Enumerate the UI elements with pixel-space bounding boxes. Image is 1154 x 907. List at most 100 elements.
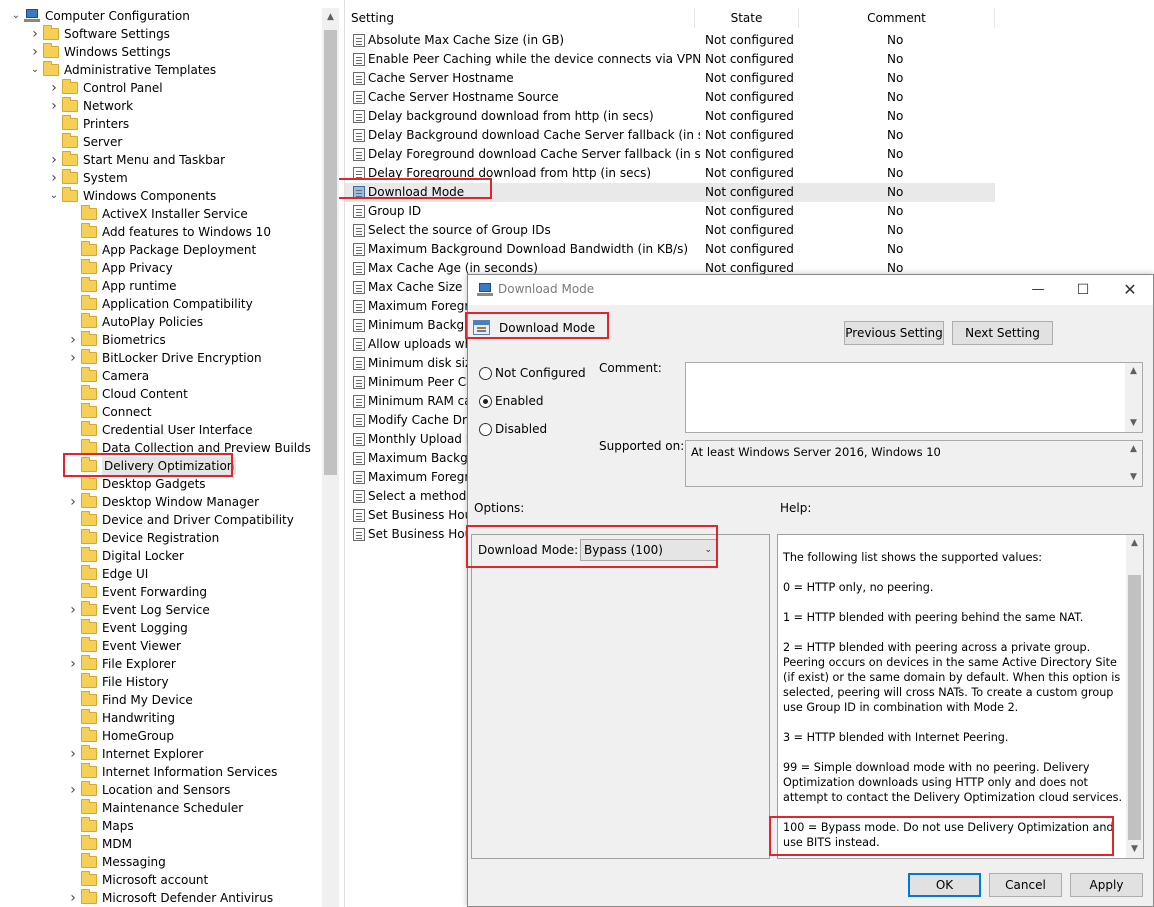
tree-item[interactable]: Event Viewer [0,637,320,655]
radio-not-configured-circle[interactable] [479,367,492,380]
chevron-right-icon[interactable]: › [67,493,79,511]
minimize-button[interactable]: — [1015,275,1061,305]
table-row[interactable]: Delay background download from http (in … [345,107,995,126]
chevron-right-icon[interactable]: › [29,25,41,43]
tree-item[interactable]: › Network [0,97,320,115]
scroll-up-icon[interactable]: ▲ [1125,441,1142,458]
tree-item[interactable]: Server [0,133,320,151]
tree-item[interactable]: › System [0,169,320,187]
tree-item[interactable]: › Biometrics [0,331,320,349]
radio-disabled-circle[interactable] [479,423,492,436]
tree-item[interactable]: ⌄ Windows Components [0,187,320,205]
chevron-right-icon[interactable]: › [48,169,60,187]
tree-item[interactable]: › Control Panel [0,79,320,97]
chevron-right-icon[interactable]: › [48,79,60,97]
ok-button[interactable]: OK [908,873,981,897]
tree-item[interactable]: › Windows Settings [0,43,320,61]
tree-item[interactable]: › BitLocker Drive Encryption [0,349,320,367]
chevron-right-icon[interactable]: › [67,889,79,907]
tree-item[interactable]: ⌄ Administrative Templates [0,61,320,79]
tree-item[interactable]: Event Logging [0,619,320,637]
tree-item[interactable]: Edge UI [0,565,320,583]
scroll-up-icon[interactable]: ▲ [1125,363,1142,380]
table-row[interactable]: Maximum Background Download Bandwidth (i… [345,240,995,259]
tree-item[interactable]: Microsoft account [0,871,320,889]
tree-item[interactable]: Digital Locker [0,547,320,565]
chevron-right-icon[interactable]: › [67,745,79,763]
table-row[interactable]: Select the source of Group IDs Not config… [345,221,995,240]
tree-item[interactable]: Event Forwarding [0,583,320,601]
table-row[interactable]: Cache Server Hostname Source Not configur… [345,88,995,107]
comment-scrollbar[interactable]: ▲ ▼ [1125,363,1142,432]
tree-item[interactable]: Internet Information Services [0,763,320,781]
tree-item[interactable]: Device Registration [0,529,320,547]
table-row[interactable]: Cache Server Hostname Not configured No [345,69,995,88]
dialog-titlebar[interactable]: Download Mode — ☐ ✕ [468,275,1153,305]
tree-scroll-thumb[interactable] [324,30,337,475]
column-header-setting[interactable]: Setting [345,8,695,28]
table-row[interactable]: Absolute Max Cache Size (in GB) Not confi… [345,31,995,50]
table-row[interactable]: Delay Background download Cache Server f… [345,126,995,145]
apply-button[interactable]: Apply [1070,873,1143,897]
tree-item[interactable]: Handwriting [0,709,320,727]
scroll-down-icon[interactable]: ▼ [1126,841,1143,858]
chevron-right-icon[interactable]: › [67,655,79,673]
tree-item[interactable]: › Microsoft Defender Antivirus [0,889,320,907]
tree-item[interactable]: › File Explorer [0,655,320,673]
next-setting-button[interactable]: Next Setting [952,321,1053,345]
close-button[interactable]: ✕ [1107,275,1153,305]
tree-item[interactable]: › Location and Sensors [0,781,320,799]
table-row[interactable]: Enable Peer Caching while the device con… [345,50,995,69]
tree-item[interactable]: ActiveX Installer Service [0,205,320,223]
tree-item[interactable]: App Privacy [0,259,320,277]
tree-item[interactable]: Camera [0,367,320,385]
scroll-up-icon[interactable]: ▲ [322,8,339,26]
cancel-button[interactable]: Cancel [989,873,1062,897]
tree-scrollbar[interactable]: ▲ [322,8,339,907]
tree-item[interactable]: › Event Log Service [0,601,320,619]
tree-item[interactable]: Credential User Interface [0,421,320,439]
tree-item[interactable]: Maintenance Scheduler [0,799,320,817]
column-header-state[interactable]: State [695,8,799,28]
tree-item[interactable]: File History [0,673,320,691]
tree-item[interactable]: ⌄ Computer Configuration [0,7,320,25]
comment-textarea[interactable]: ▲ ▼ [685,362,1143,433]
tree-item[interactable]: › Desktop Window Manager [0,493,320,511]
help-scroll-thumb[interactable] [1128,575,1141,840]
chevron-right-icon[interactable]: › [67,331,79,349]
tree-item[interactable]: Find My Device [0,691,320,709]
tree-item[interactable]: App Package Deployment [0,241,320,259]
tree-item[interactable]: › Software Settings [0,25,320,43]
tree-item[interactable]: Maps [0,817,320,835]
chevron-right-icon[interactable]: › [67,601,79,619]
chevron-down-icon[interactable]: ⌄ [10,7,22,25]
chevron-right-icon[interactable]: › [67,349,79,367]
chevron-down-icon[interactable]: ⌄ [29,61,41,79]
scroll-down-icon[interactable]: ▼ [1125,469,1142,486]
tree-item[interactable]: › Start Menu and Taskbar [0,151,320,169]
tree-item[interactable]: Application Compatibility [0,295,320,313]
tree-item[interactable]: AutoPlay Policies [0,313,320,331]
radio-enabled-circle[interactable] [479,395,492,408]
tree-item[interactable]: Add features to Windows 10 [0,223,320,241]
chevron-right-icon[interactable]: › [48,97,60,115]
maximize-button[interactable]: ☐ [1060,275,1106,305]
tree-item[interactable]: Messaging [0,853,320,871]
tree-item[interactable]: Cloud Content [0,385,320,403]
help-scrollbar[interactable]: ▲ ▼ [1126,535,1143,858]
column-header-comment[interactable]: Comment [799,8,995,28]
scroll-down-icon[interactable]: ▼ [1125,415,1142,432]
tree-item[interactable]: HomeGroup [0,727,320,745]
chevron-right-icon[interactable]: › [48,151,60,169]
tree-item[interactable]: Connect [0,403,320,421]
chevron-down-icon[interactable]: ⌄ [48,187,60,205]
tree-item[interactable]: Device and Driver Compatibility [0,511,320,529]
chevron-right-icon[interactable]: › [29,43,41,61]
table-row[interactable]: Delay Foreground download Cache Server f… [345,145,995,164]
tree-item[interactable]: › Internet Explorer [0,745,320,763]
tree-item[interactable]: App runtime [0,277,320,295]
previous-setting-button[interactable]: Previous Setting [844,321,944,345]
tree-item[interactable]: Printers [0,115,320,133]
tree-item[interactable]: MDM [0,835,320,853]
tree-item[interactable]: Desktop Gadgets [0,475,320,493]
